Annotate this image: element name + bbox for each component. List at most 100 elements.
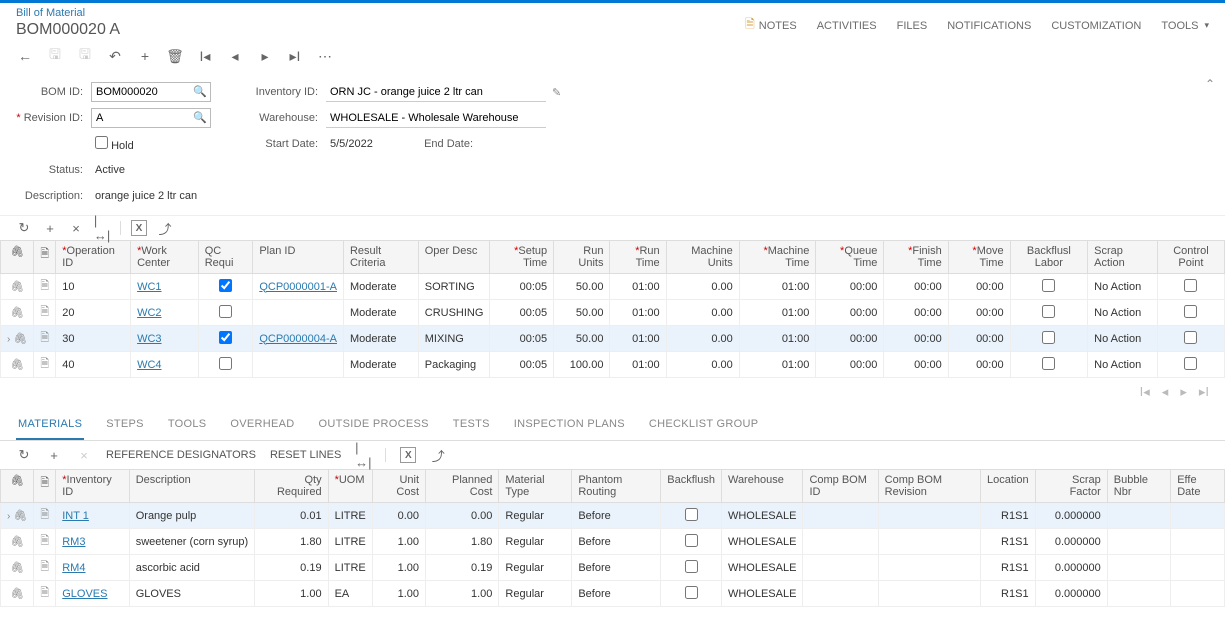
cell-unit[interactable]: 1.00 xyxy=(372,555,425,581)
cell-uom[interactable]: EA xyxy=(328,581,372,607)
notes-link[interactable]: NOTES xyxy=(745,15,797,36)
cell-setup[interactable]: 00:05 xyxy=(490,274,554,300)
warehouse-input[interactable] xyxy=(326,108,546,128)
back-button[interactable]: ← xyxy=(16,47,34,65)
cell-queue[interactable]: 00:00 xyxy=(816,326,884,352)
cell-setup[interactable]: 00:05 xyxy=(490,352,554,378)
col-attach[interactable]: 🖇 xyxy=(1,241,34,274)
cell-work-center[interactable]: WC1 xyxy=(131,274,199,300)
mat-upload-button[interactable]: ⤴ xyxy=(430,447,446,463)
cell-cp[interactable] xyxy=(1157,326,1224,352)
tab-tests[interactable]: TESTS xyxy=(451,410,492,440)
mat-refresh-button[interactable]: ↻ xyxy=(16,447,32,463)
cell-qty[interactable]: 0.01 xyxy=(255,503,328,529)
cell-mtime[interactable]: 01:00 xyxy=(739,274,816,300)
cell-desc[interactable]: ascorbic acid xyxy=(129,555,255,581)
notifications-link[interactable]: NOTIFICATIONS xyxy=(947,20,1031,32)
table-row[interactable]: 🖇🗎RM4ascorbic acid0.19LITRE1.000.19Regul… xyxy=(1,555,1225,581)
tab-overhead[interactable]: OVERHEAD xyxy=(228,410,296,440)
cell-planned[interactable]: 0.00 xyxy=(426,503,499,529)
collapse-form-icon[interactable]: ⌃ xyxy=(1205,77,1215,91)
first-button[interactable]: I◂ xyxy=(196,47,214,65)
mcol-material-type[interactable]: Material Type xyxy=(499,470,572,503)
cell-setup[interactable]: 00:05 xyxy=(490,300,554,326)
table-row[interactable]: 🖇🗎20WC2ModerateCRUSHING00:0550.0001:000.… xyxy=(1,300,1225,326)
cell-uom[interactable]: LITRE xyxy=(328,529,372,555)
cell-qc[interactable] xyxy=(198,300,253,326)
mcol-bubble-nbr[interactable]: Bubble Nbr xyxy=(1107,470,1170,503)
cell-qty[interactable]: 0.19 xyxy=(255,555,328,581)
add-button[interactable]: + xyxy=(136,47,154,65)
cell-bubble[interactable] xyxy=(1107,503,1170,529)
cell-munits[interactable]: 0.00 xyxy=(666,300,739,326)
cell-inv[interactable]: GLOVES xyxy=(56,581,129,607)
cell-desc[interactable]: CRUSHING xyxy=(418,300,490,326)
col-result-criteria[interactable]: Result Criteria xyxy=(343,241,418,274)
col-notes[interactable]: 🗎 xyxy=(34,241,56,274)
table-row[interactable]: 🖇🗎GLOVESGLOVES1.00EA1.001.00RegularBefor… xyxy=(1,581,1225,607)
cell-runtime[interactable]: 01:00 xyxy=(610,326,666,352)
delete-row-button[interactable]: × xyxy=(68,220,84,236)
cell-setup[interactable]: 00:05 xyxy=(490,326,554,352)
paperclip-icon[interactable]: 🖇 xyxy=(13,333,27,345)
mcol-eff-date[interactable]: Effe Date xyxy=(1171,470,1225,503)
cell-rununits[interactable]: 50.00 xyxy=(554,326,610,352)
cell-planned[interactable]: 0.19 xyxy=(426,555,499,581)
cell-backflush[interactable] xyxy=(1010,300,1088,326)
cell-bubble[interactable] xyxy=(1107,555,1170,581)
cell-planned[interactable]: 1.00 xyxy=(426,581,499,607)
cell-move[interactable]: 00:00 xyxy=(948,326,1010,352)
cell-comprev[interactable] xyxy=(878,503,980,529)
cell-bubble[interactable] xyxy=(1107,581,1170,607)
hold-checkbox[interactable] xyxy=(95,136,108,149)
mcol-planned-cost[interactable]: Planned Cost xyxy=(426,470,499,503)
cell-bubble[interactable] xyxy=(1107,529,1170,555)
table-row[interactable]: 🖇🗎10WC1QCP0000001-AModerateSORTING00:055… xyxy=(1,274,1225,300)
cell-compbom[interactable] xyxy=(803,581,878,607)
delete-button[interactable]: 🗑 xyxy=(166,47,184,65)
tab-outside-process[interactable]: OUTSIDE PROCESS xyxy=(317,410,431,440)
paperclip-icon[interactable]: 🖇 xyxy=(10,281,24,293)
cell-backflush[interactable] xyxy=(1010,352,1088,378)
pager-next-icon[interactable]: ▸ xyxy=(1180,384,1187,400)
cell-phantom[interactable]: Before xyxy=(572,581,661,607)
cell-mtime[interactable]: 01:00 xyxy=(739,326,816,352)
cell-move[interactable]: 00:00 xyxy=(948,274,1010,300)
revision-id-input[interactable] xyxy=(91,108,211,128)
cell-backflush[interactable] xyxy=(1010,274,1088,300)
cell-finish[interactable]: 00:00 xyxy=(884,274,948,300)
cell-phantom[interactable]: Before xyxy=(572,529,661,555)
cell-qc[interactable] xyxy=(198,326,253,352)
cell-operation-id[interactable]: 30 xyxy=(56,326,131,352)
cell-rununits[interactable]: 50.00 xyxy=(554,274,610,300)
tools-link[interactable]: TOOLS xyxy=(1161,20,1209,32)
horizontal-scrollbar[interactable] xyxy=(8,611,1217,631)
cell-plan-id[interactable] xyxy=(253,300,344,326)
cell-type[interactable]: Regular xyxy=(499,555,572,581)
cell-scrap[interactable]: 0.000000 xyxy=(1035,529,1107,555)
cell-cp[interactable] xyxy=(1157,274,1224,300)
paperclip-icon[interactable]: 🖇 xyxy=(13,510,27,522)
cell-scrap[interactable]: 0.000000 xyxy=(1035,555,1107,581)
cell-work-center[interactable]: WC2 xyxy=(131,300,199,326)
pager-last-icon[interactable]: ▸I xyxy=(1199,384,1209,400)
col-machine-time[interactable]: *Machine Time xyxy=(739,241,816,274)
cell-plan-id[interactable] xyxy=(253,352,344,378)
cell-wh[interactable]: WHOLESALE xyxy=(721,503,802,529)
refresh-button[interactable]: ↻ xyxy=(16,220,32,236)
customization-link[interactable]: CUSTOMIZATION xyxy=(1051,20,1141,32)
note-icon[interactable]: 🗎 xyxy=(40,280,49,292)
cell-wh[interactable]: WHOLESALE xyxy=(721,581,802,607)
cell-runtime[interactable]: 01:00 xyxy=(610,352,666,378)
cell-operation-id[interactable]: 40 xyxy=(56,352,131,378)
note-icon[interactable]: 🗎 xyxy=(40,509,49,521)
cell-loc[interactable]: R1S1 xyxy=(980,503,1035,529)
cell-eff[interactable] xyxy=(1171,529,1225,555)
mcol-backflush[interactable]: Backflush xyxy=(661,470,722,503)
cell-loc[interactable]: R1S1 xyxy=(980,529,1035,555)
cell-eff[interactable] xyxy=(1171,555,1225,581)
cell-runtime[interactable]: 01:00 xyxy=(610,300,666,326)
mcol-phantom-routing[interactable]: Phantom Routing xyxy=(572,470,661,503)
cell-desc[interactable]: GLOVES xyxy=(129,581,255,607)
fit-columns-button[interactable]: |↔| xyxy=(94,220,110,236)
